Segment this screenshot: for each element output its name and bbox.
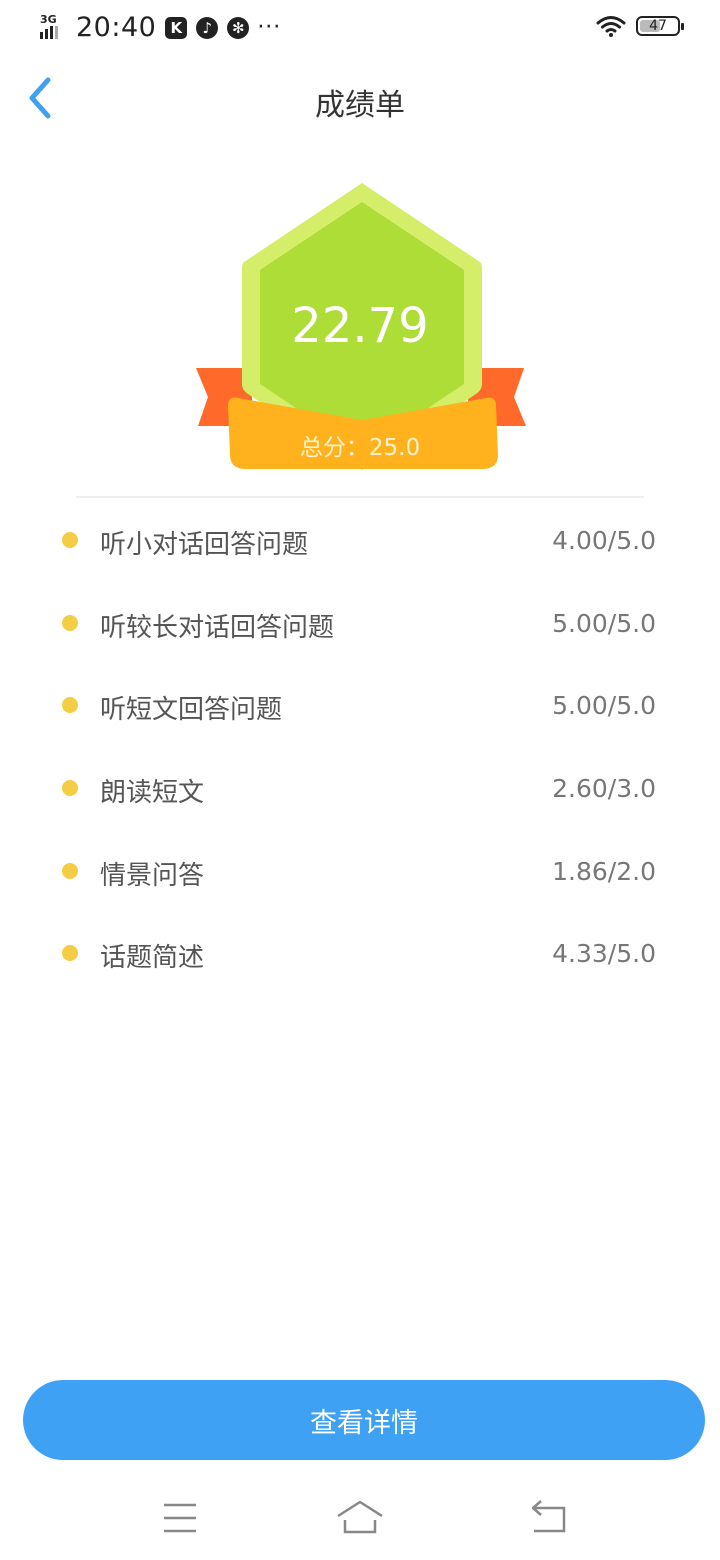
battery-icon: 47: [636, 16, 684, 36]
list-item: 听短文回答问题 5.00/5.0: [0, 665, 720, 748]
music-app-icon: ♪: [196, 16, 219, 39]
k-app-icon: K: [165, 16, 188, 39]
list-item: 话题简述 4.33/5.0: [0, 913, 720, 996]
item-name: 话题简述: [100, 943, 205, 974]
top-nav-bar: 成绩单: [0, 60, 720, 140]
item-name: 听小对话回答问题: [100, 530, 309, 560]
total-score-label: 总分：25.0: [299, 435, 421, 461]
item-score: 4.00/5.0: [552, 526, 656, 555]
more-notifications-icon: ···: [257, 15, 282, 40]
list-item: 朗读短文 2.60/3.0: [0, 748, 720, 831]
network-type: 3G: [40, 12, 57, 26]
return-icon: [531, 1500, 566, 1533]
item-name: 听较长对话回答问题: [100, 612, 335, 643]
bullet-dot-icon: [62, 697, 78, 714]
menu-icon: [164, 1503, 196, 1533]
bullet-dot-icon: [62, 862, 78, 879]
list-item: 情景问答 1.86/2.0: [0, 831, 720, 914]
item-name: 朗读短文: [100, 778, 205, 809]
item-score: 5.00/5.0: [552, 691, 656, 721]
item-score: 5.00/5.0: [552, 608, 656, 638]
view-details-button[interactable]: 查看详情: [23, 1380, 705, 1460]
item-score: 2.60/3.0: [552, 774, 656, 804]
system-nav-bar: [0, 1480, 720, 1560]
bullet-dot-icon: [62, 780, 78, 797]
score-list: 听小对话回答问题 4.00/5.0 听较长对话回答问题 5.00/5.0 听短文…: [0, 500, 720, 996]
cellular-signal-icon: 3G: [38, 13, 70, 43]
score-badge: 22.79 总分：25.0: [192, 180, 528, 476]
menu-button[interactable]: [150, 1494, 210, 1544]
back-nav-button[interactable]: [518, 1494, 578, 1544]
bullet-dot-icon: [62, 614, 78, 631]
battery-level: 47: [649, 18, 667, 34]
list-item: 听较长对话回答问题 5.00/5.0: [0, 583, 720, 666]
item-name: 情景问答: [100, 860, 205, 891]
item-name: 听短文回答问题: [100, 695, 283, 726]
fan-app-icon: ✻: [227, 16, 250, 39]
bullet-dot-icon: [62, 945, 78, 962]
score-value: 22.79: [291, 298, 429, 354]
item-score: 1.86/2.0: [552, 856, 656, 886]
bullet-dot-icon: [62, 532, 78, 548]
home-icon: [337, 1500, 383, 1534]
wifi-icon: [596, 16, 626, 37]
item-score: 4.33/5.0: [552, 939, 656, 969]
page-title: 成绩单: [315, 88, 405, 123]
home-button[interactable]: [330, 1494, 390, 1544]
list-item: 听小对话回答问题 4.00/5.0: [0, 500, 720, 583]
status-bar: 3G 20:40 K ♪ ✻ ··· 47: [0, 0, 720, 56]
clock: 20:40: [76, 12, 157, 43]
divider: [76, 496, 644, 498]
